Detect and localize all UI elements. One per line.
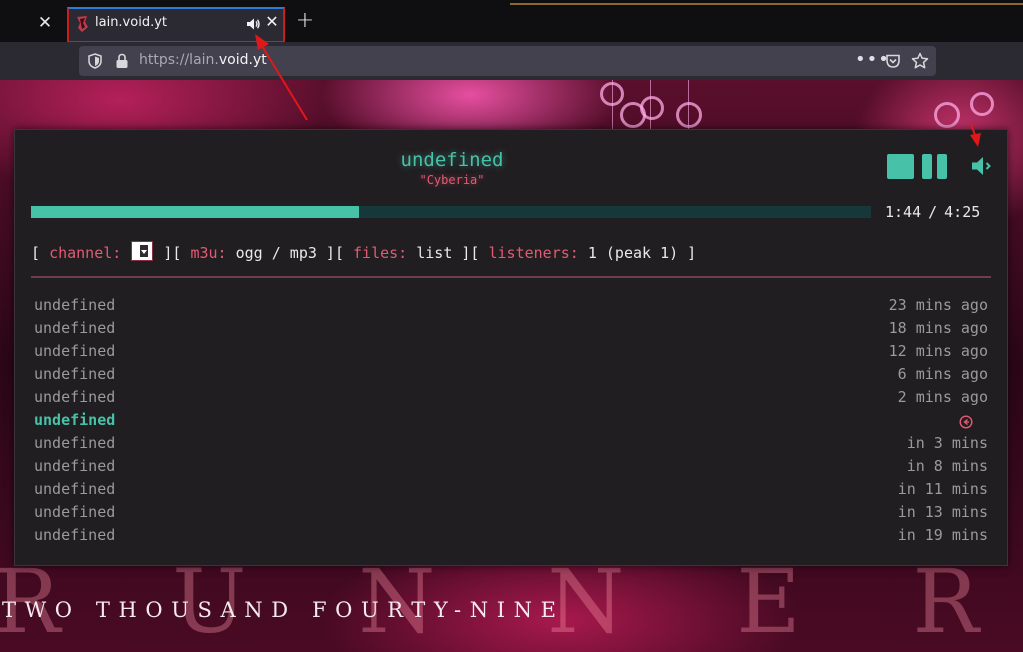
now-playing-title: undefined [400, 149, 504, 171]
track-time: in 19 mins [897, 526, 988, 544]
pocket-icon[interactable] [885, 53, 901, 69]
time-display: 1:44 / 4:25 [885, 203, 980, 221]
channel-label: channel: [49, 244, 122, 262]
channel-select[interactable] [131, 241, 154, 261]
track-title: undefined [34, 434, 116, 452]
volume-icon[interactable] [970, 154, 994, 178]
track-time: in 13 mins [897, 503, 988, 521]
track-time: in 3 mins [906, 434, 988, 452]
tab-title: lain.void.yt [95, 15, 167, 30]
shield-icon[interactable] [88, 53, 102, 69]
history-row: undefined 18 mins ago [34, 319, 988, 342]
background-subtitle: TWO THOUSAND FOURTY-NINE [2, 598, 565, 622]
circuit-node [970, 92, 994, 116]
active-tab[interactable]: lain.void.yt ✕ [67, 7, 285, 43]
history-row: undefined 12 mins ago [34, 342, 988, 365]
circuit-node [600, 82, 624, 106]
pause-bar [922, 154, 932, 179]
circuit-node [934, 102, 960, 128]
files-label: files: [353, 244, 408, 262]
track-title: undefined [34, 296, 116, 314]
total-time: 4:25 [944, 203, 981, 221]
lock-icon[interactable] [115, 53, 129, 69]
track-time: in 8 mins [906, 457, 988, 475]
track-title: undefined [34, 365, 116, 383]
track-time: 23 mins ago [888, 296, 988, 314]
listeners-label: listeners: [488, 244, 579, 262]
lain-favicon [77, 16, 88, 32]
m3u-label: m3u: [190, 244, 227, 262]
time-separator: / [928, 203, 938, 221]
track-title: undefined [34, 342, 116, 360]
pause-button[interactable] [922, 154, 949, 179]
history-row: undefined 2 mins ago [34, 388, 988, 411]
tab-strip: ✕ lain.void.yt ✕ + [0, 0, 1023, 43]
track-time: 12 mins ago [888, 342, 988, 360]
url-bar[interactable]: https://lain.void.yt ••• [79, 46, 936, 76]
speaker-icon[interactable] [245, 16, 261, 32]
elapsed-time: 1:44 [885, 203, 922, 221]
loading-indicator [510, 3, 1023, 5]
track-title: undefined [34, 480, 116, 498]
close-tab-icon[interactable]: ✕ [36, 14, 54, 32]
new-tab-button[interactable]: + [294, 10, 316, 32]
track-list: undefined 23 mins ago undefined 18 mins ag… [34, 296, 988, 549]
close-tab-icon[interactable]: ✕ [264, 12, 280, 31]
progress-bar[interactable] [31, 206, 871, 218]
circuit-node [640, 96, 664, 120]
pause-bar [937, 154, 947, 179]
arrow-left-circle-icon [959, 415, 973, 429]
track-time: in 11 mins [897, 480, 988, 498]
info-separator: ][ [154, 244, 182, 262]
chevron-down-icon [140, 245, 149, 257]
info-bracket: [ [31, 244, 41, 262]
queue-row: undefined in 19 mins [34, 526, 988, 549]
track-title: undefined [34, 388, 116, 406]
url-host: void.yt [218, 52, 267, 68]
stream-info-line: [ channel: ][ m3u: ogg / mp3 ][ files: l… [31, 238, 697, 262]
queue-row: undefined in 13 mins [34, 503, 988, 526]
current-track-row: undefined [34, 411, 988, 434]
track-title: undefined [34, 526, 116, 544]
url-text[interactable]: https://lain.void.yt [139, 52, 267, 68]
current-track-title: undefined [34, 411, 116, 429]
stop-button[interactable] [887, 154, 914, 179]
history-row: undefined 6 mins ago [34, 365, 988, 388]
url-prefix: https://lain. [139, 52, 219, 68]
player-panel: undefined "Cyberia" 1:44 / 4:25 [ channel:… [14, 129, 1008, 566]
track-time: 2 mins ago [888, 388, 988, 406]
bookmark-star-icon[interactable] [911, 52, 929, 70]
navigation-toolbar: https://lain.void.yt ••• [0, 42, 1023, 80]
queue-row: undefined in 8 mins [34, 457, 988, 480]
files-link[interactable]: list ][ [407, 244, 479, 262]
m3u-links[interactable]: ogg / mp3 ][ [227, 244, 344, 262]
queue-row: undefined in 11 mins [34, 480, 988, 503]
progress-fill [31, 206, 359, 218]
track-time: 6 mins ago [888, 365, 988, 383]
station-name: "Cyberia" [419, 173, 485, 187]
listeners-count: 1 (peak 1) ] [578, 244, 697, 262]
track-title: undefined [34, 503, 116, 521]
track-title: undefined [34, 457, 116, 475]
track-time: 18 mins ago [888, 319, 988, 337]
queue-row: undefined in 3 mins [34, 434, 988, 457]
track-title: undefined [34, 319, 116, 337]
history-row: undefined 23 mins ago [34, 296, 988, 319]
divider [31, 276, 991, 278]
circuit-node [676, 102, 702, 128]
